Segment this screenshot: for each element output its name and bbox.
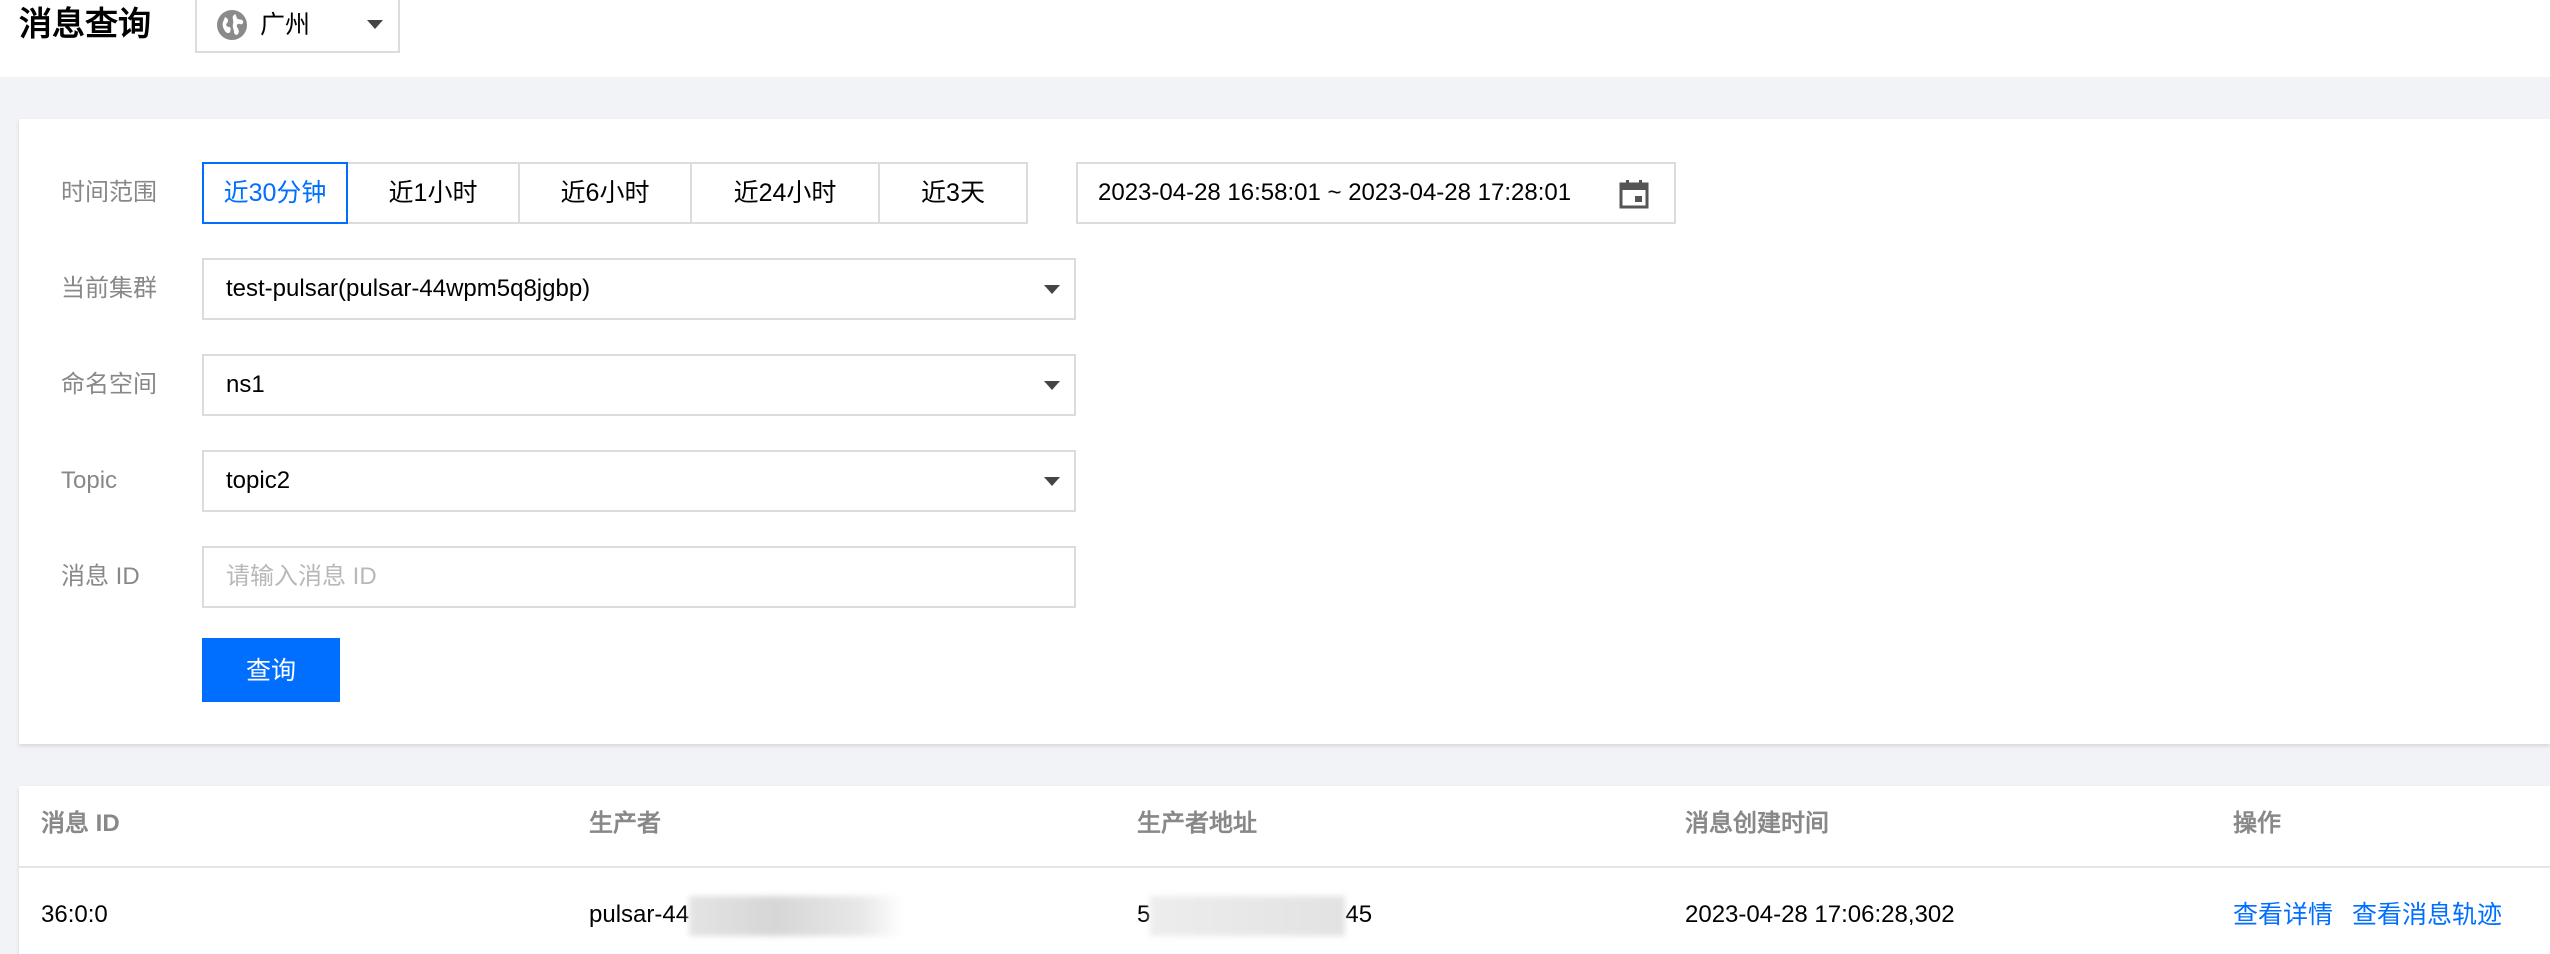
results-table: 消息 ID 生产者 生产者地址 消息创建时间 操作 36:0:0 pulsar-… — [19, 786, 2550, 954]
namespace-value: ns1 — [226, 371, 265, 398]
topic-value: topic2 — [226, 467, 291, 494]
column-header-producer: 生产者 — [589, 810, 661, 837]
topic-select[interactable]: topic2 — [202, 450, 1076, 512]
chevron-down-icon — [367, 20, 383, 29]
column-header-message-id: 消息 ID — [41, 810, 120, 837]
region-select[interactable]: 广州 — [195, 0, 400, 53]
time-range-label: 时间范围 — [61, 179, 157, 206]
redacted-address — [1150, 895, 1346, 936]
column-header-actions: 操作 — [2233, 810, 2281, 837]
page-title: 消息查询 — [19, 5, 151, 42]
cluster-label: 当前集群 — [61, 275, 157, 302]
view-details-link[interactable]: 查看详情 — [2233, 895, 2333, 935]
chevron-down-icon — [1044, 477, 1060, 486]
time-option-24h[interactable]: 近24小时 — [690, 162, 880, 224]
cell-created-time: 2023-04-28 17:06:28,302 — [1685, 901, 1955, 928]
message-id-label: 消息 ID — [61, 563, 140, 590]
cell-producer-address: 5 45 — [1137, 895, 1372, 936]
message-id-input[interactable]: 请输入消息 ID — [202, 546, 1076, 608]
chevron-down-icon — [1044, 381, 1060, 390]
namespace-select[interactable]: ns1 — [202, 354, 1076, 416]
cluster-select[interactable]: test-pulsar(pulsar-44wpm5q8jgbp) — [202, 258, 1076, 320]
message-id-placeholder: 请输入消息 ID — [226, 563, 377, 590]
table-header-divider — [19, 866, 2550, 868]
column-header-created-time: 消息创建时间 — [1685, 810, 1829, 837]
region-label: 广州 — [260, 11, 311, 39]
producer-visible-text: pulsar-44 — [589, 901, 690, 928]
topic-label: Topic — [61, 467, 118, 494]
date-range-value: 2023-04-28 16:58:01 ~ 2023-04-28 17:28:0… — [1098, 179, 1572, 206]
cell-producer: pulsar-44 — [589, 895, 905, 936]
cell-message-id: 36:0:0 — [41, 901, 108, 928]
calendar-icon — [1619, 180, 1649, 209]
chevron-down-icon — [1044, 285, 1060, 294]
time-option-6h[interactable]: 近6小时 — [518, 162, 692, 224]
top-bar: 消息查询 广州 — [0, 0, 2550, 77]
namespace-label: 命名空间 — [61, 371, 157, 398]
cluster-value: test-pulsar(pulsar-44wpm5q8jgbp) — [226, 275, 591, 302]
address-prefix: 5 — [1137, 901, 1151, 928]
query-button[interactable]: 查询 — [202, 638, 340, 702]
globe-icon — [217, 10, 247, 40]
view-message-trace-link[interactable]: 查看消息轨迹 — [2352, 895, 2502, 935]
redacted-producer — [689, 895, 905, 936]
time-option-30min[interactable]: 近30分钟 — [202, 162, 348, 224]
address-suffix: 45 — [1345, 901, 1373, 928]
date-range-picker[interactable]: 2023-04-28 16:58:01 ~ 2023-04-28 17:28:0… — [1076, 162, 1676, 224]
filter-panel: 时间范围 近30分钟 近1小时 近6小时 近24小时 近3天 2023-04-2… — [19, 119, 2550, 744]
time-option-1h[interactable]: 近1小时 — [346, 162, 520, 224]
time-option-3d[interactable]: 近3天 — [878, 162, 1028, 224]
column-header-producer-address: 生产者地址 — [1137, 810, 1257, 837]
